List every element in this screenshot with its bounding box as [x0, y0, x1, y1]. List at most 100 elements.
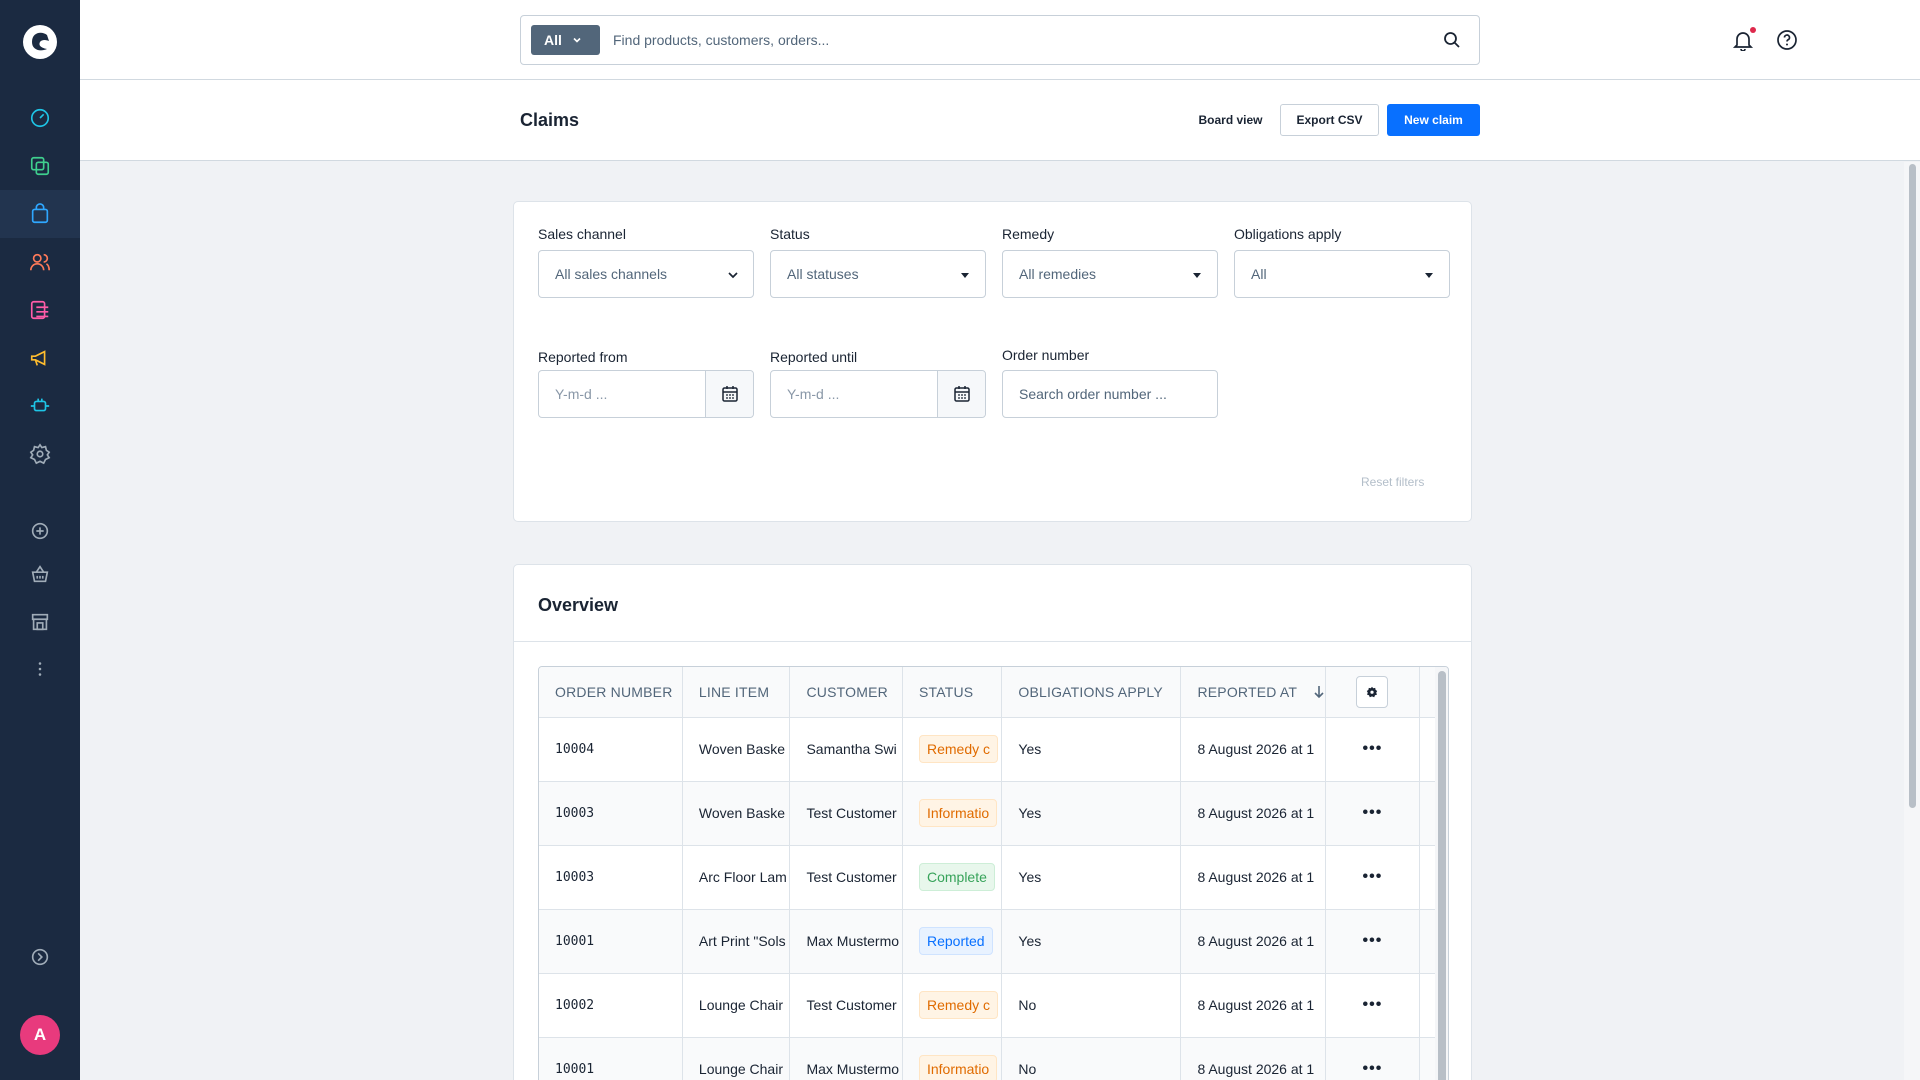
caret-down-icon: [961, 273, 969, 278]
global-search: All: [520, 15, 1480, 65]
search-icon[interactable]: [1443, 31, 1461, 49]
customer-cell: Max Mustermo: [789, 1037, 903, 1080]
line-item-cell: Lounge Chair: [682, 973, 791, 1038]
row-actions-button[interactable]: •••: [1362, 868, 1382, 885]
line-item-cell: Art Print "Sols: [682, 909, 791, 974]
reported-from-field[interactable]: Y-m-d ...: [538, 370, 754, 418]
customer-cell: Test Customer: [789, 845, 903, 910]
obligations-value: All: [1251, 266, 1267, 282]
obligations-label: Obligations apply: [1234, 226, 1342, 242]
column-header-line-item[interactable]: Line item: [682, 667, 791, 718]
caret-down-icon: [1193, 273, 1201, 278]
customer-cell: Max Mustermo: [789, 909, 903, 974]
row-actions-button[interactable]: •••: [1362, 932, 1382, 949]
calendar-icon[interactable]: [705, 371, 753, 417]
row-actions-button[interactable]: •••: [1362, 740, 1382, 757]
column-header-obligations-apply[interactable]: Obligations apply: [1001, 667, 1182, 718]
order-number-cell: 10004: [539, 717, 683, 782]
table-scrollbar[interactable]: [1435, 667, 1448, 1080]
top-bar: All: [80, 0, 1920, 80]
obligations-cell: Yes: [1001, 717, 1182, 782]
row-actions-cell: •••: [1325, 1037, 1420, 1080]
obligations-select[interactable]: All: [1234, 250, 1450, 298]
order-number-input[interactable]: Search order number ...: [1002, 370, 1218, 418]
store-icon[interactable]: [0, 598, 80, 646]
reported-at-cell: 8 August 2026 at 1: [1180, 909, 1326, 974]
status-badge: Informatio: [918, 1055, 998, 1080]
table-row[interactable]: 10002 Lounge Chair Test Customer Remedy …: [539, 973, 1448, 1038]
settings-icon[interactable]: [0, 430, 80, 478]
table-row[interactable]: 10001 Art Print "Sols Max Mustermo Repor…: [539, 909, 1448, 974]
column-header-status[interactable]: Status: [902, 667, 1003, 718]
sort-descending-icon: [1314, 685, 1324, 698]
order-number-cell: 10001: [539, 909, 683, 974]
obligations-cell: No: [1001, 973, 1182, 1038]
more-icon[interactable]: [0, 645, 80, 693]
storefront-basket-icon[interactable]: [0, 550, 80, 598]
marketing-icon[interactable]: [0, 334, 80, 382]
sidebar: A: [0, 0, 80, 1080]
search-scope-dropdown[interactable]: All: [531, 25, 600, 55]
logo-icon[interactable]: [20, 22, 60, 62]
remedy-value: All remedies: [1019, 266, 1097, 282]
remedy-select[interactable]: All remedies: [1002, 250, 1218, 298]
row-actions-button[interactable]: •••: [1362, 804, 1382, 821]
order-number-cell: 10001: [539, 1037, 683, 1080]
row-actions-button[interactable]: •••: [1362, 996, 1382, 1013]
sales-channel-select[interactable]: All sales channels: [538, 250, 754, 298]
reported-at-cell: 8 August 2026 at 1: [1180, 845, 1326, 910]
search-input[interactable]: [613, 26, 1413, 54]
reported-from-input[interactable]: Y-m-d ...: [539, 371, 705, 417]
customers-icon[interactable]: [0, 238, 80, 286]
row-actions-button[interactable]: •••: [1362, 1060, 1382, 1077]
collapse-sidebar-icon[interactable]: [0, 933, 80, 981]
page-title: Claims: [520, 110, 580, 130]
page-scrollbar[interactable]: [1904, 162, 1920, 1080]
reset-filters-link[interactable]: Reset filters: [1361, 475, 1424, 489]
column-header-customer[interactable]: Customer: [789, 667, 903, 718]
content-icon[interactable]: [0, 286, 80, 334]
column-header-reported-at[interactable]: Reported at: [1180, 667, 1326, 718]
chevron-down-icon: [728, 272, 738, 279]
customer-cell: Test Customer: [789, 781, 903, 846]
status-badge: Remedy c: [918, 735, 998, 763]
column-settings-button[interactable]: [1356, 675, 1389, 708]
status-select[interactable]: All statuses: [770, 250, 986, 298]
reported-from-label: Reported from: [538, 349, 628, 365]
search-scope-label: All: [544, 32, 562, 48]
order-number-cell: 10003: [539, 781, 683, 846]
status-cell: Complete: [902, 845, 1003, 910]
dashboard-icon[interactable]: [0, 94, 80, 142]
avatar[interactable]: A: [20, 1015, 60, 1055]
calendar-icon[interactable]: [937, 371, 985, 417]
column-header-order-number[interactable]: Order number: [539, 667, 683, 718]
table-row[interactable]: 10003 Woven Baske Test Customer Informat…: [539, 781, 1448, 846]
reported-at-cell: 8 August 2026 at 1: [1180, 781, 1326, 846]
reported-until-field[interactable]: Y-m-d ...: [770, 370, 986, 418]
remedy-label: Remedy: [1002, 226, 1055, 242]
overview-card: Overview Order number Line item Customer…: [513, 564, 1472, 1080]
board-view-button[interactable]: Board view: [1183, 104, 1278, 136]
status-value: All statuses: [787, 266, 859, 282]
extensions-icon[interactable]: [0, 382, 80, 430]
new-claim-button[interactable]: New claim: [1387, 104, 1480, 136]
table-row[interactable]: 10001 Lounge Chair Max Mustermo Informat…: [539, 1037, 1448, 1080]
table-row[interactable]: 10003 Arc Floor Lam Test Customer Comple…: [539, 845, 1448, 910]
page-header: Claims Board view Export CSV New claim: [80, 80, 1920, 161]
reported-at-cell: 8 August 2026 at 1: [1180, 717, 1326, 782]
divider: [514, 641, 1471, 642]
orders-icon[interactable]: [0, 190, 80, 238]
overview-title: Overview: [538, 595, 619, 615]
claims-table: Order number Line item Customer Status O…: [538, 666, 1449, 1080]
status-cell: Remedy c: [902, 717, 1003, 782]
catalogues-icon[interactable]: [0, 142, 80, 190]
export-csv-button[interactable]: Export CSV: [1280, 104, 1379, 136]
add-sales-channel-icon[interactable]: [0, 507, 80, 555]
sales-channel-label: Sales channel: [538, 226, 626, 242]
sales-channel-value: All sales channels: [555, 266, 668, 282]
help-icon[interactable]: [1776, 29, 1798, 51]
table-row[interactable]: 10004 Woven Baske Samantha Swi Remedy c …: [539, 717, 1448, 782]
status-cell: Remedy c: [902, 973, 1003, 1038]
line-item-cell: Arc Floor Lam: [682, 845, 791, 910]
reported-until-input[interactable]: Y-m-d ...: [771, 371, 937, 417]
